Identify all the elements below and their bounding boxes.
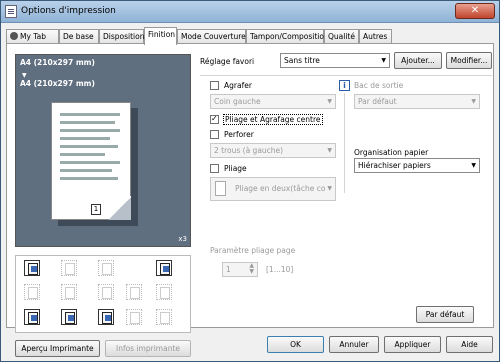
favorites-label: Réglage favori [200, 57, 255, 66]
reset-default-button[interactable]: Par défaut [416, 306, 474, 323]
title-bar: Options d'impression ✕ [1, 1, 499, 23]
cancel-button[interactable]: Annuler [329, 336, 379, 353]
chevron-down-icon: ▼ [327, 98, 332, 105]
chevron-down-icon: ▼ [381, 57, 386, 64]
window-title: Options d'impression [21, 6, 116, 16]
add-favorite-button[interactable]: Ajouter... [394, 52, 442, 69]
fold-staple-icon[interactable] [156, 260, 172, 276]
vertical-divider [344, 93, 345, 193]
group-icon[interactable] [98, 309, 114, 325]
tab-finition[interactable]: Finition [144, 27, 177, 45]
print-options-window: Options d'impression ✕ My Tab De base Di… [0, 0, 500, 362]
help-button[interactable]: Aide [446, 336, 493, 353]
tab-autres[interactable]: Autres [359, 29, 392, 44]
punch-option-select[interactable]: 2 trous (à gauche) ▼ [210, 143, 336, 158]
text-a-icon [98, 284, 114, 300]
copies-icon [61, 260, 77, 276]
page-preview: 1 [51, 102, 131, 220]
fold-setting-spinner[interactable]: 1 ▲ ▼ [222, 262, 258, 277]
user-icon[interactable] [61, 309, 77, 325]
favorites-select[interactable]: Sans titre ▼ [280, 53, 390, 68]
fold-option-value: Pliage en deux(tâche co [235, 184, 326, 193]
chevron-down-icon: ▼ [471, 162, 476, 169]
output-tray-select[interactable]: Par défaut ▼ [354, 94, 480, 109]
fold-label: Pliage [224, 164, 247, 173]
document-list-icon [126, 284, 142, 300]
printer-document-icon [5, 5, 17, 18]
paper-arrangement-label: Organisation papier [354, 148, 429, 157]
collate-icon [24, 284, 40, 300]
staple-position-select[interactable]: Coin gauche ▼ [210, 94, 336, 109]
tab-mode-couverture[interactable]: Mode Couverture [177, 29, 246, 44]
fold-option-select[interactable]: Pliage en deux(tâche co ▼ [210, 177, 336, 201]
printer-info-button[interactable]: Infos imprimante [105, 340, 191, 357]
fold-setting-range: [1...10] [266, 265, 294, 274]
combine-icon [61, 284, 77, 300]
fold-staple-checkbox[interactable] [210, 114, 219, 124]
favorites-value: Sans titre [284, 56, 320, 65]
punch-checkbox[interactable] [210, 130, 219, 139]
print-job-icon[interactable] [24, 260, 40, 276]
apply-button[interactable]: Appliquer [384, 336, 441, 353]
tab-label: My Tab [20, 32, 46, 41]
chevron-down-icon: ▼ [471, 98, 476, 105]
close-button[interactable]: ✕ [455, 3, 495, 19]
print-preview: A4 (210x297 mm) ▼ A4 (210x297 mm) 1 x3 [15, 54, 191, 247]
printer-view-button[interactable]: Aperçu Imprimante [15, 340, 100, 357]
finition-panel: A4 (210x297 mm) ▼ A4 (210x297 mm) 1 x3 A… [6, 43, 494, 357]
spinner-arrows-icon: ▲ ▼ [249, 262, 254, 275]
modify-favorite-button[interactable]: Modifier... [446, 52, 492, 69]
tab-my-tab[interactable]: My Tab [6, 29, 59, 44]
divider [200, 75, 492, 76]
staple-checkbox[interactable] [210, 81, 219, 90]
chevron-down-icon: ▼ [327, 147, 332, 154]
fold-setting-label: Paramètre pliage page [210, 246, 296, 255]
page-number: 1 [91, 204, 101, 215]
output-tray-label: Bac de sortie [354, 81, 404, 90]
stamp-icon [126, 309, 142, 325]
person-icon [10, 32, 18, 40]
arrow-down-icon: ▼ [22, 72, 27, 79]
function-icon-grid [15, 255, 191, 333]
output-tray-value: Par défaut [358, 97, 397, 106]
fold-staple-label: Pliage et Agrafage centre [223, 114, 323, 125]
paper-size-top: A4 (210x297 mm) [20, 58, 95, 67]
fold-page-icon [215, 181, 226, 196]
staple-icon[interactable] [24, 309, 40, 325]
copy-count: x3 [178, 235, 187, 243]
staple-label: Agrafer [224, 81, 252, 90]
info-icon: i [339, 80, 350, 91]
punch-option-value: 2 trous (à gauche) [214, 146, 284, 155]
paper-icon [156, 309, 172, 325]
ok-button[interactable]: OK [267, 336, 324, 353]
tab-disposition[interactable]: Disposition [99, 29, 144, 44]
fold-checkbox[interactable] [210, 164, 219, 173]
tab-tampon-composition[interactable]: Tampon/Composition [246, 29, 329, 44]
paper-arrangement-select[interactable]: Hiérachiser papiers ▼ [354, 158, 480, 173]
staple-position-value: Coin gauche [214, 97, 261, 106]
cover-icon [156, 284, 172, 300]
preview-buttons: Aperçu Imprimante Infos imprimante [15, 340, 191, 360]
paper-size-bottom: A4 (210x297 mm) [20, 79, 95, 88]
stack-icon [98, 260, 114, 276]
page-curl-icon [109, 196, 131, 220]
chevron-down-icon: ▼ [327, 185, 332, 192]
punch-label: Perforer [224, 130, 254, 139]
tab-de-base[interactable]: De base [59, 29, 99, 44]
close-icon: ✕ [470, 5, 480, 16]
tab-qualite[interactable]: Qualité [324, 29, 359, 44]
fold-setting-value: 1 [226, 265, 231, 274]
paper-arrangement-value: Hiérachiser papiers [358, 161, 431, 170]
